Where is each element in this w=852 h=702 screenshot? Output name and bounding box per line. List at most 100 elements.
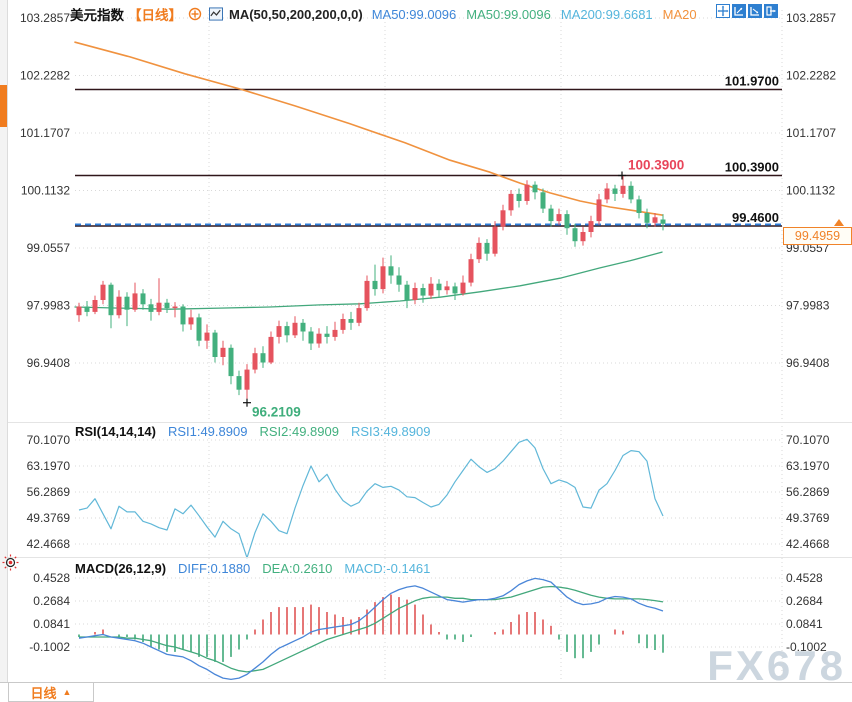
ma-values: MA50:99.0096 MA50:99.0096 MA200:99.6681 MA2… — [372, 7, 697, 22]
chart-style-icon[interactable] — [209, 7, 223, 21]
candle-body — [589, 221, 594, 232]
axis-label-left: 0.2684 — [33, 594, 70, 608]
axis-label-left: 101.1707 — [20, 126, 70, 140]
candle-body — [101, 285, 106, 300]
candle-body — [141, 293, 146, 304]
bottom-bar — [0, 682, 852, 702]
period-selector-label: 日线 — [31, 683, 57, 702]
candle-body — [421, 288, 426, 296]
ma-value-0: MA50:99.0096 — [372, 7, 457, 22]
candle-body — [469, 259, 474, 282]
candle-body — [149, 304, 154, 312]
candle-body — [525, 185, 530, 201]
exit-chart-icon[interactable] — [764, 4, 778, 18]
candle-body — [493, 227, 498, 254]
candle-body — [237, 376, 242, 390]
axis-label-left: 100.1132 — [21, 184, 70, 198]
candle-body — [205, 333, 210, 341]
axis-label-left: 102.2282 — [20, 69, 70, 83]
candle-body — [405, 285, 410, 300]
scale-axis-left-icon[interactable] — [732, 4, 746, 18]
axis-label-left: -0.1002 — [29, 640, 70, 654]
axis-label-right: 101.1707 — [786, 126, 836, 140]
candle-body — [333, 330, 338, 337]
candle-body — [325, 334, 330, 337]
level-label: 101.9700 — [725, 74, 779, 89]
ma-value-1: MA50:99.0096 — [466, 7, 551, 22]
candle-body — [245, 370, 250, 390]
macd-title: MACD(26,12,9) — [75, 561, 166, 576]
candle-body — [77, 307, 82, 316]
candle-body — [549, 209, 554, 222]
candle-body — [653, 217, 658, 223]
axis-label-right: -0.1002 — [786, 640, 827, 654]
axis-label-right: 102.2282 — [786, 69, 836, 83]
move-icon[interactable] — [716, 4, 730, 18]
candle-body — [253, 353, 258, 369]
candle-body — [357, 308, 362, 323]
candle-body — [197, 317, 202, 340]
candle-body — [581, 232, 586, 241]
ma-value-3: MA20 — [663, 7, 697, 22]
candle-body — [437, 284, 442, 291]
candle-body — [301, 323, 306, 332]
chart-canvas[interactable]: 103.2857103.2857102.2282102.2282101.1707… — [0, 0, 852, 702]
axis-label-right: 0.0841 — [786, 617, 823, 631]
candle-body — [613, 189, 618, 194]
candle-body — [157, 303, 162, 312]
candle-body — [133, 293, 138, 309]
candle-body — [285, 326, 290, 335]
rsi-line — [79, 439, 663, 558]
candle-body — [501, 210, 506, 226]
period-label: 【日线】 — [128, 4, 182, 24]
period-selector-button[interactable]: 日线 ▲ — [8, 682, 94, 702]
macd-header: MACD(26,12,9) DIFF:0.1880DEA:0.2610MACD:… — [75, 561, 430, 576]
axis-label-right: 70.1070 — [786, 433, 830, 447]
candle-body — [341, 319, 346, 330]
price-up-arrow — [834, 219, 844, 226]
candle-body — [429, 284, 434, 296]
candle-body — [453, 286, 458, 293]
macd-value-1: DEA:0.2610 — [262, 561, 332, 576]
candles — [77, 176, 666, 403]
candle-body — [661, 220, 666, 224]
candle-body — [461, 283, 466, 294]
level-label: 100.3900 — [725, 160, 779, 175]
candle-body — [261, 353, 266, 362]
candle-body — [477, 243, 482, 259]
candle-body — [597, 199, 602, 221]
candle-body — [349, 319, 354, 323]
candle-body — [621, 186, 626, 194]
macd-dea-line — [79, 587, 663, 672]
axis-label-right: 0.2684 — [786, 594, 823, 608]
ma20-orange-line — [75, 42, 662, 215]
candle-body — [365, 281, 370, 308]
macd-value-2: MACD:-0.1461 — [344, 561, 430, 576]
chevron-up-icon: ▲ — [63, 687, 72, 697]
rsi-title: RSI(14,14,14) — [75, 424, 156, 439]
rsi-value-1: RSI2:49.8909 — [259, 424, 339, 439]
panel-separator — [8, 422, 852, 423]
expand-icon[interactable] — [188, 7, 202, 21]
axis-label-right: 63.1970 — [786, 459, 830, 473]
axis-label-left: 97.9983 — [27, 299, 71, 313]
rsi-values: RSI1:49.8909 RSI2:49.8909 RSI3:49.8909 — [168, 424, 431, 439]
candle-body — [189, 317, 194, 324]
panel-separator — [8, 557, 852, 558]
candle-body — [269, 337, 274, 363]
axis-label-left: 49.3769 — [27, 511, 71, 525]
chart-toolbar — [716, 4, 778, 18]
axis-label-left: 63.1970 — [27, 459, 71, 473]
ma-value-2: MA200:99.6681 — [561, 7, 653, 22]
candle-body — [173, 307, 178, 309]
candle-body — [517, 194, 522, 201]
scale-axis-right-icon[interactable] — [748, 4, 762, 18]
current-price-tag: 99.4959 — [783, 227, 852, 245]
candle-body — [485, 243, 490, 254]
candle-body — [541, 192, 546, 208]
indicator-settings-sun-icon[interactable] — [2, 554, 19, 571]
rsi-value-0: RSI1:49.8909 — [168, 424, 248, 439]
rsi-value-2: RSI3:49.8909 — [351, 424, 431, 439]
axis-label-left: 0.0841 — [33, 617, 70, 631]
candle-body — [221, 348, 226, 357]
